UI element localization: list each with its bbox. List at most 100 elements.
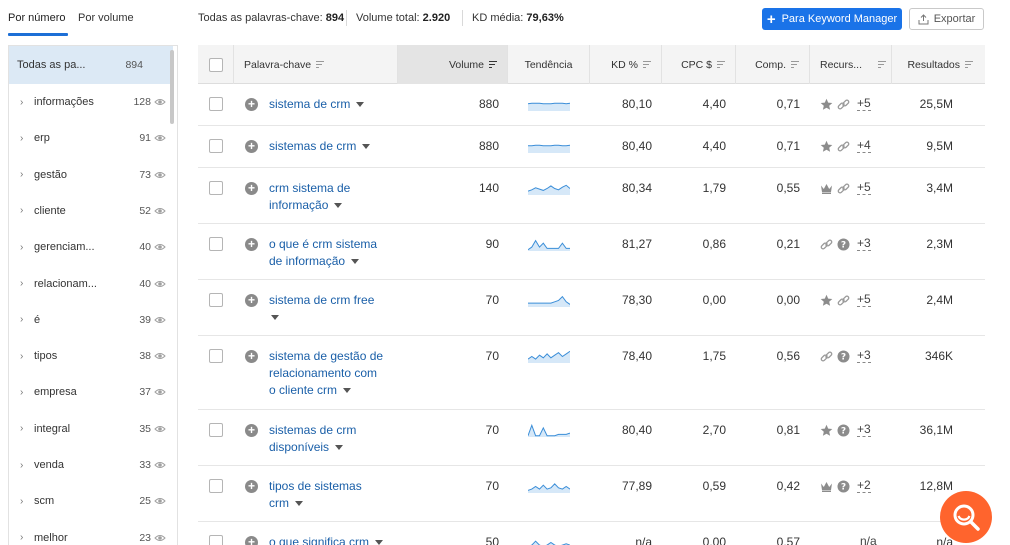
chevron-right-icon[interactable]: › xyxy=(20,169,23,180)
sidebar-item-group[interactable]: › scm 25 xyxy=(9,483,173,519)
keyword-link[interactable]: sistema de gestão de relacionamento com o … xyxy=(269,348,393,399)
export-button[interactable]: Exportar xyxy=(909,8,984,30)
row-checkbox[interactable] xyxy=(209,237,223,251)
row-checkbox[interactable] xyxy=(209,181,223,195)
chevron-down-icon[interactable] xyxy=(295,501,303,507)
header-comp[interactable]: Comp. xyxy=(736,45,810,84)
row-checkbox[interactable] xyxy=(209,139,223,153)
sidebar-item-group[interactable]: › informações 128 xyxy=(9,84,173,120)
sidebar-item-group[interactable]: › tipos 38 xyxy=(9,338,173,374)
sidebar-item-group[interactable]: › venda 33 xyxy=(9,447,173,483)
eye-icon[interactable] xyxy=(154,423,166,435)
add-keyword-icon[interactable]: + xyxy=(245,140,258,153)
chevron-right-icon[interactable]: › xyxy=(20,387,23,398)
serp-features-more[interactable]: +3 xyxy=(857,423,871,437)
keyword-link[interactable]: sistemas de crm xyxy=(269,138,393,155)
keyword-link[interactable]: o que é crm sistema de informação xyxy=(269,236,393,270)
chevron-down-icon[interactable] xyxy=(351,259,360,265)
keyword-link[interactable]: sistemas de crm disponíveis xyxy=(269,422,393,456)
keyword-link[interactable]: sistema de crm free xyxy=(269,292,393,326)
keyword-link[interactable]: o que significa crm xyxy=(269,534,393,545)
chevron-down-icon[interactable] xyxy=(271,315,279,321)
chevron-right-icon[interactable]: › xyxy=(20,314,23,325)
row-checkbox[interactable] xyxy=(209,349,223,363)
serp-features-more[interactable]: +4 xyxy=(857,139,871,153)
select-all-checkbox[interactable] xyxy=(208,57,223,72)
chevron-right-icon[interactable]: › xyxy=(20,97,23,108)
header-results[interactable]: Resultados xyxy=(892,45,985,84)
eye-icon[interactable] xyxy=(154,241,166,253)
chevron-right-icon[interactable]: › xyxy=(20,532,23,543)
eye-icon[interactable] xyxy=(154,495,166,507)
sidebar-item-all-keywords[interactable]: Todas as pa... 894 xyxy=(9,46,173,84)
row-checkbox[interactable] xyxy=(209,293,223,307)
sidebar-item-group[interactable]: › erp 91 xyxy=(9,120,173,156)
sidebar-item-group[interactable]: › gerenciam... 40 xyxy=(9,229,173,265)
add-keyword-icon[interactable]: + xyxy=(245,480,258,493)
keyword-link[interactable]: crm sistema de informação xyxy=(269,180,393,214)
eye-icon[interactable] xyxy=(154,532,166,544)
chevron-down-icon[interactable] xyxy=(343,388,352,394)
header-keyword[interactable]: Palavra-chave xyxy=(234,45,398,84)
row-checkbox[interactable] xyxy=(209,535,223,545)
sidebar-item-group[interactable]: › cliente 52 xyxy=(9,193,173,229)
chevron-right-icon[interactable]: › xyxy=(20,133,23,144)
eye-icon[interactable] xyxy=(154,96,166,108)
chevron-down-icon[interactable] xyxy=(335,445,344,451)
keyword-link[interactable]: tipos de sistemas crm xyxy=(269,478,393,512)
header-kd[interactable]: KD % xyxy=(590,45,662,84)
chevron-down-icon[interactable] xyxy=(334,203,343,209)
tab-by-number[interactable]: Por número xyxy=(8,12,65,24)
tab-by-volume[interactable]: Por volume xyxy=(78,12,134,24)
sidebar-scrollbar[interactable] xyxy=(170,50,174,124)
chevron-right-icon[interactable]: › xyxy=(20,496,23,507)
sidebar-item-group[interactable]: › relacionam... 40 xyxy=(9,266,173,302)
serp-features-more[interactable]: +5 xyxy=(857,97,871,111)
add-keyword-icon[interactable]: + xyxy=(245,182,258,195)
header-cpc[interactable]: CPC $ xyxy=(662,45,736,84)
sidebar-item-group[interactable]: › integral 35 xyxy=(9,411,173,447)
serp-features-more[interactable]: +5 xyxy=(857,181,871,195)
add-keyword-icon[interactable]: + xyxy=(245,238,258,251)
chevron-down-icon[interactable] xyxy=(356,102,365,108)
trend-sparkline xyxy=(527,102,571,111)
add-keyword-icon[interactable]: + xyxy=(245,350,258,363)
eye-icon[interactable] xyxy=(154,278,166,290)
sidebar-item-group[interactable]: › é 39 xyxy=(9,302,173,338)
eye-icon[interactable] xyxy=(154,169,166,181)
eye-icon[interactable] xyxy=(154,205,166,217)
search-help-button[interactable] xyxy=(940,491,992,543)
keyword-line: crm xyxy=(269,496,289,510)
eye-icon[interactable] xyxy=(154,459,166,471)
chevron-right-icon[interactable]: › xyxy=(20,460,23,471)
add-keyword-icon[interactable]: + xyxy=(245,294,258,307)
add-keyword-icon[interactable]: + xyxy=(245,424,258,437)
chevron-right-icon[interactable]: › xyxy=(20,205,23,216)
chevron-right-icon[interactable]: › xyxy=(20,278,23,289)
keyword-link[interactable]: sistema de crm xyxy=(269,96,393,113)
sidebar-item-group[interactable]: › empresa 37 xyxy=(9,374,173,410)
chevron-right-icon[interactable]: › xyxy=(20,423,23,434)
serp-features-more[interactable]: +3 xyxy=(857,237,871,251)
row-checkbox[interactable] xyxy=(209,423,223,437)
row-checkbox[interactable] xyxy=(209,479,223,493)
sidebar-item-group[interactable]: › melhor 23 xyxy=(9,520,173,545)
header-serp-features[interactable]: Recurs... xyxy=(810,45,892,84)
sidebar-item-group[interactable]: › gestão 73 xyxy=(9,157,173,193)
keyword-manager-button[interactable]: + Para Keyword Manager xyxy=(762,8,902,30)
header-volume[interactable]: Volume xyxy=(398,45,508,84)
eye-icon[interactable] xyxy=(154,386,166,398)
add-keyword-icon[interactable]: + xyxy=(245,98,258,111)
add-keyword-icon[interactable]: + xyxy=(245,536,258,545)
chevron-right-icon[interactable]: › xyxy=(20,242,23,253)
eye-icon[interactable] xyxy=(154,350,166,362)
serp-features-more[interactable]: +2 xyxy=(857,479,871,493)
chevron-down-icon[interactable] xyxy=(375,540,384,545)
serp-features-more[interactable]: +5 xyxy=(857,293,871,307)
row-checkbox[interactable] xyxy=(209,97,223,111)
eye-icon[interactable] xyxy=(154,132,166,144)
eye-icon[interactable] xyxy=(154,314,166,326)
chevron-down-icon[interactable] xyxy=(362,144,371,150)
chevron-right-icon[interactable]: › xyxy=(20,351,23,362)
serp-features-more[interactable]: +3 xyxy=(857,349,871,363)
